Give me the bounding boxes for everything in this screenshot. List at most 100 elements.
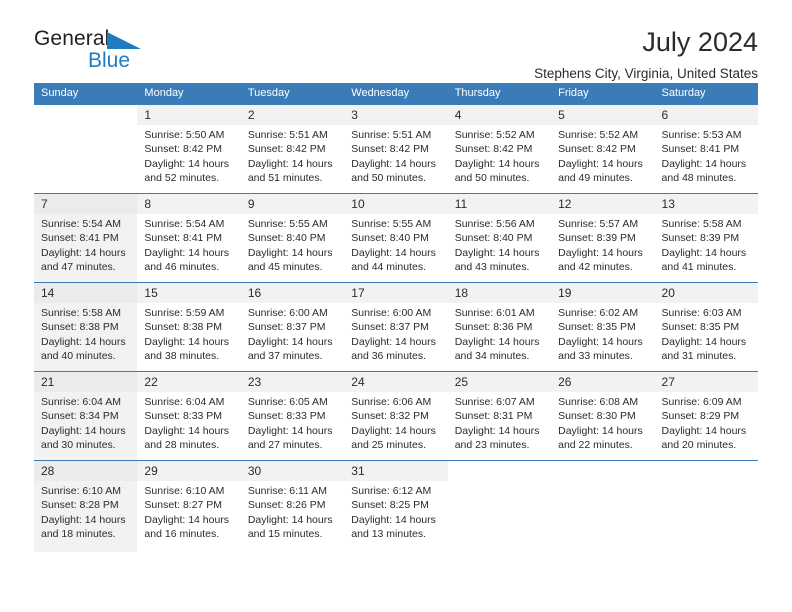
sunrise-time: Sunrise: 6:10 AM: [144, 485, 225, 497]
day-number: 28: [34, 461, 138, 481]
sunrise-time: Sunrise: 6:04 AM: [144, 396, 225, 408]
calendar-day-cell[interactable]: 10 Sunrise: 5:55 AM Sunset: 8:40 PM Dayligh…: [344, 194, 448, 282]
calendar-day-cell[interactable]: 8 Sunrise: 5:54 AM Sunset: 8:41 PM Daylight…: [137, 194, 241, 282]
calendar-week-row: 28 Sunrise: 6:10 AM Sunset: 8:28 PM Dayligh…: [34, 460, 758, 552]
calendar-day-cell-empty: [551, 461, 655, 552]
calendar-day-cell[interactable]: 9 Sunrise: 5:55 AM Sunset: 8:40 PM Daylight…: [240, 194, 345, 282]
day-number: 6: [654, 105, 758, 125]
sunrise-time: Sunrise: 5:54 AM: [41, 218, 121, 230]
sunset-time: Sunset: 8:41 PM: [41, 232, 119, 245]
calendar-day-cell[interactable]: 19 Sunrise: 6:02 AM Sunset: 8:35 PM Dayligh…: [551, 283, 655, 371]
sunrise-time: Sunrise: 5:58 AM: [41, 307, 121, 319]
weekday-header-monday: Monday: [144, 87, 184, 99]
daylight-duration-line2: and 30 minutes.: [41, 438, 116, 451]
daylight-duration-line1: Daylight: 14 hours: [144, 513, 230, 526]
sunrise-time: Sunrise: 6:11 AM: [247, 485, 328, 497]
daylight-duration-line1: Daylight: 14 hours: [558, 335, 643, 348]
day-number: 1: [137, 105, 241, 125]
calendar-day-cell[interactable]: 17 Sunrise: 6:00 AM Sunset: 8:37 PM Dayligh…: [344, 283, 448, 371]
day-details: Sunrise: 5:52 AM Sunset: 8:42 PM Daylight:…: [551, 125, 654, 185]
sunset-time: Sunset: 8:39 PM: [661, 232, 740, 245]
calendar-day-cell[interactable]: 7 Sunrise: 5:54 AM Sunset: 8:41 PM Daylight…: [34, 194, 138, 282]
sunrise-time: Sunrise: 5:58 AM: [661, 218, 742, 230]
daylight-duration-line2: and 43 minutes.: [454, 260, 530, 273]
calendar-day-cell[interactable]: 11 Sunrise: 5:56 AM Sunset: 8:40 PM Dayligh…: [447, 194, 552, 282]
calendar-day-cell[interactable]: 29 Sunrise: 6:10 AM Sunset: 8:27 PM Dayligh…: [137, 461, 241, 552]
calendar-day-cell[interactable]: 20 Sunrise: 6:03 AM Sunset: 8:35 PM Dayligh…: [654, 283, 758, 371]
day-details: Sunrise: 6:01 AM Sunset: 8:36 PM Daylight:…: [448, 303, 551, 363]
general-blue-logo[interactable]: General Blue: [34, 26, 234, 71]
calendar-day-cell[interactable]: 6 Sunrise: 5:53 AM Sunset: 8:41 PM Daylight…: [654, 105, 758, 193]
daylight-duration-line2: and 46 minutes.: [144, 260, 220, 273]
calendar-day-cell[interactable]: 16 Sunrise: 6:00 AM Sunset: 8:37 PM Dayligh…: [240, 283, 345, 371]
day-number: 15: [137, 283, 241, 303]
sunset-time: Sunset: 8:37 PM: [351, 321, 429, 334]
daylight-duration-line2: and 40 minutes.: [41, 349, 116, 362]
calendar-day-cell[interactable]: 12 Sunrise: 5:57 AM Sunset: 8:39 PM Dayligh…: [551, 194, 655, 282]
daylight-duration-line1: Daylight: 14 hours: [144, 157, 230, 170]
calendar-day-cell[interactable]: 27 Sunrise: 6:09 AM Sunset: 8:29 PM Dayligh…: [654, 372, 758, 460]
sunset-time: Sunset: 8:34 PM: [41, 410, 119, 423]
daylight-duration-line1: Daylight: 14 hours: [144, 424, 230, 437]
daylight-duration-line1: Daylight: 14 hours: [351, 424, 436, 437]
calendar-day-cell[interactable]: 2 Sunrise: 5:51 AM Sunset: 8:42 PM Daylight…: [240, 105, 345, 193]
daylight-duration-line2: and 49 minutes.: [558, 171, 633, 184]
daylight-duration-line2: and 18 minutes.: [41, 527, 116, 540]
sunrise-time: Sunrise: 6:00 AM: [247, 307, 328, 319]
sunrise-time: Sunrise: 5:53 AM: [661, 129, 742, 141]
daylight-duration-line1: Daylight: 14 hours: [558, 424, 643, 437]
page-header: General Blue July 2024 Stephens City, Vi…: [34, 0, 758, 81]
calendar-day-cell[interactable]: 24 Sunrise: 6:06 AM Sunset: 8:32 PM Dayligh…: [344, 372, 448, 460]
calendar-day-cell[interactable]: 5 Sunrise: 5:52 AM Sunset: 8:42 PM Daylight…: [551, 105, 655, 193]
sunset-time: Sunset: 8:40 PM: [454, 232, 533, 245]
day-number: 19: [551, 283, 655, 303]
daylight-duration-line2: and 47 minutes.: [41, 260, 116, 273]
calendar-day-cell[interactable]: 1 Sunrise: 5:50 AM Sunset: 8:42 PM Daylight…: [137, 105, 241, 193]
calendar-grid: Sunday Monday Tuesday Wednesday Thursday Frid…: [34, 83, 758, 552]
day-number: 10: [344, 194, 448, 214]
day-number: 21: [34, 372, 138, 392]
daylight-duration-line2: and 20 minutes.: [661, 438, 737, 451]
calendar-day-cell[interactable]: 31 Sunrise: 6:12 AM Sunset: 8:25 PM Dayligh…: [344, 461, 448, 552]
day-number: 23: [240, 372, 345, 392]
sunset-time: Sunset: 8:31 PM: [454, 410, 533, 423]
calendar-day-cell[interactable]: 18 Sunrise: 6:01 AM Sunset: 8:36 PM Dayligh…: [447, 283, 552, 371]
sunrise-time: Sunrise: 6:04 AM: [41, 396, 121, 408]
calendar-day-cell[interactable]: 26 Sunrise: 6:08 AM Sunset: 8:30 PM Dayligh…: [551, 372, 655, 460]
calendar-day-cell-empty: [654, 461, 758, 552]
calendar-day-cell[interactable]: 21 Sunrise: 6:04 AM Sunset: 8:34 PM Dayligh…: [34, 372, 138, 460]
daylight-duration-line1: Daylight: 14 hours: [661, 246, 747, 259]
sunrise-time: Sunrise: 5:55 AM: [351, 218, 432, 230]
daylight-duration-line1: Daylight: 14 hours: [454, 246, 540, 259]
daylight-duration-line1: Daylight: 14 hours: [454, 335, 540, 348]
sunrise-time: Sunrise: 6:08 AM: [558, 396, 639, 408]
daylight-duration-line1: Daylight: 14 hours: [661, 424, 747, 437]
sunset-time: Sunset: 8:42 PM: [144, 143, 223, 156]
day-details: Sunrise: 5:58 AM Sunset: 8:38 PM Daylight:…: [34, 303, 137, 363]
title-block: July 2024 Stephens City, Virginia, Unite…: [534, 26, 758, 83]
calendar-day-cell[interactable]: 28 Sunrise: 6:10 AM Sunset: 8:28 PM Dayligh…: [34, 461, 138, 552]
calendar-day-cell[interactable]: 13 Sunrise: 5:58 AM Sunset: 8:39 PM Dayligh…: [654, 194, 758, 282]
calendar-day-cell[interactable]: 3 Sunrise: 5:51 AM Sunset: 8:42 PM Daylight…: [344, 105, 448, 193]
sunrise-time: Sunrise: 6:10 AM: [41, 485, 121, 497]
calendar-day-cell[interactable]: 23 Sunrise: 6:05 AM Sunset: 8:33 PM Dayligh…: [240, 372, 345, 460]
calendar-day-cell-empty: [447, 461, 552, 552]
calendar-day-cell[interactable]: 14 Sunrise: 5:58 AM Sunset: 8:38 PM Dayligh…: [34, 283, 138, 371]
calendar-weeks: 1 Sunrise: 5:50 AM Sunset: 8:42 PM Daylight…: [34, 104, 758, 552]
day-details: Sunrise: 6:12 AM Sunset: 8:25 PM Daylight:…: [344, 481, 447, 541]
day-details: Sunrise: 5:55 AM Sunset: 8:40 PM Daylight:…: [241, 214, 344, 274]
daylight-duration-line2: and 51 minutes.: [247, 171, 323, 184]
sunrise-time: Sunrise: 5:50 AM: [144, 129, 225, 141]
calendar-day-cell[interactable]: 22 Sunrise: 6:04 AM Sunset: 8:33 PM Dayligh…: [137, 372, 241, 460]
calendar-day-cell[interactable]: 25 Sunrise: 6:07 AM Sunset: 8:31 PM Dayligh…: [447, 372, 552, 460]
sunrise-time: Sunrise: 6:09 AM: [661, 396, 742, 408]
calendar-day-cell[interactable]: 15 Sunrise: 5:59 AM Sunset: 8:38 PM Dayligh…: [137, 283, 241, 371]
day-number: 9: [240, 194, 345, 214]
calendar-day-cell[interactable]: 30 Sunrise: 6:11 AM Sunset: 8:26 PM Dayligh…: [240, 461, 345, 552]
calendar-day-cell-empty: [34, 105, 138, 193]
calendar-day-cell[interactable]: 4 Sunrise: 5:52 AM Sunset: 8:42 PM Daylight…: [447, 105, 552, 193]
daylight-duration-line1: Daylight: 14 hours: [247, 246, 333, 259]
weekday-header-saturday: Saturday: [661, 87, 706, 99]
day-details: Sunrise: 6:00 AM Sunset: 8:37 PM Daylight:…: [241, 303, 344, 363]
daylight-duration-line1: Daylight: 14 hours: [454, 424, 540, 437]
